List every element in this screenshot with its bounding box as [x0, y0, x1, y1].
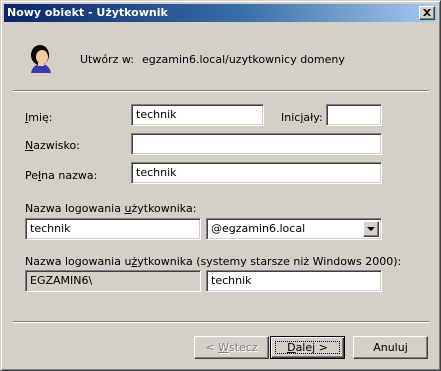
- cancel-button[interactable]: Anuluj: [353, 336, 428, 359]
- first-name-label: Imię:: [25, 111, 53, 124]
- last-name-input[interactable]: [131, 133, 382, 155]
- close-button[interactable]: [419, 6, 435, 20]
- cancel-button-label: Anuluj: [373, 341, 408, 354]
- new-user-dialog: Nowy obiekt - Użytkownik Utwórz w: egzam…: [0, 0, 441, 371]
- first-name-input[interactable]: technik: [131, 104, 264, 126]
- pre2000-logon-input[interactable]: technik: [206, 270, 382, 292]
- initials-label: Inicjały:: [281, 111, 323, 124]
- full-name-label: Pełna nazwa:: [25, 169, 98, 182]
- last-name-label: Nazwisko:: [25, 139, 80, 152]
- user-icon: [25, 42, 57, 74]
- domain-suffix-select[interactable]: @egzamin6.local: [206, 218, 382, 240]
- back-button-label: < Wstecz: [205, 341, 258, 354]
- close-icon: [423, 9, 431, 16]
- create-in-path: egzamin6.local/uzytkownicy domeny: [142, 53, 345, 66]
- domain-suffix-value: @egzamin6.local: [211, 222, 306, 235]
- dropdown-button[interactable]: [363, 221, 379, 237]
- separator-bottom: [13, 321, 429, 323]
- pre2000-logon-label: Nazwa logowania użytkownika (systemy sta…: [25, 255, 402, 268]
- initials-input[interactable]: [326, 104, 382, 126]
- back-button[interactable]: < Wstecz: [194, 336, 269, 359]
- separator-top: [13, 90, 429, 92]
- logon-name-input[interactable]: technik: [25, 218, 201, 240]
- chevron-down-icon: [367, 227, 375, 231]
- window-title: Nowy obiekt - Użytkownik: [7, 6, 168, 19]
- create-in-label: Utwórz w:: [80, 53, 134, 66]
- next-button[interactable]: Dalej >: [270, 336, 345, 359]
- full-name-input[interactable]: technik: [131, 162, 382, 184]
- title-bar[interactable]: Nowy obiekt - Użytkownik: [4, 4, 437, 22]
- netbios-domain-field: EGZAMIN6\: [25, 270, 201, 292]
- next-button-label: Dalej >: [287, 341, 328, 354]
- logon-name-label: Nazwa logowania użytkownika:: [25, 202, 197, 215]
